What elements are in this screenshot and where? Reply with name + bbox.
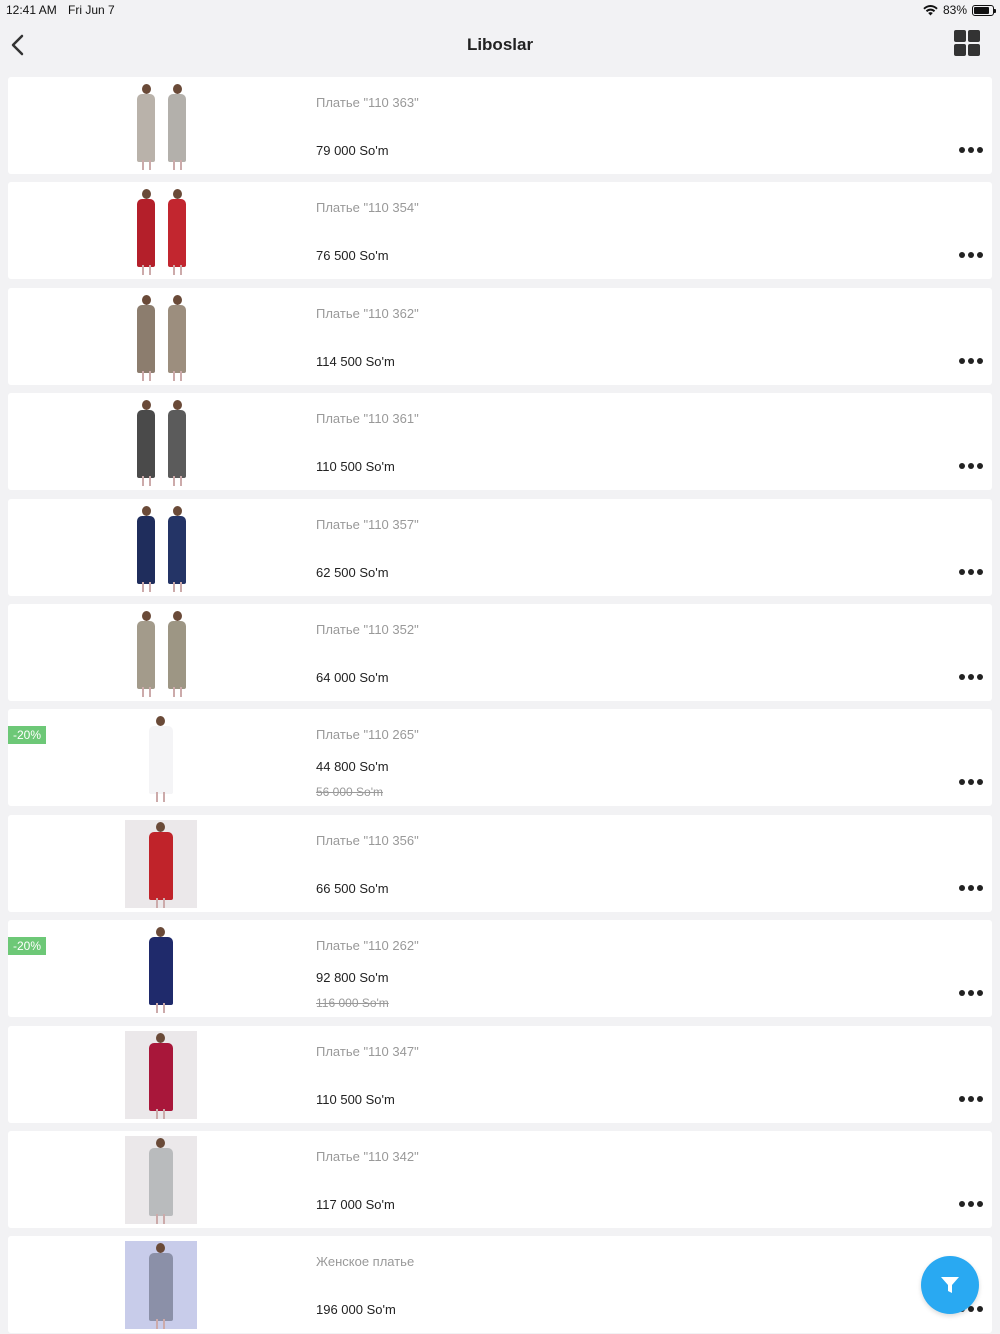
more-options-icon[interactable] xyxy=(959,884,983,891)
model-figure xyxy=(163,505,191,592)
product-price: 114 500 So'm xyxy=(316,353,395,369)
model-figure xyxy=(163,84,191,170)
product-image xyxy=(125,1241,197,1330)
product-price: 196 000 So'm xyxy=(316,1302,396,1318)
battery-icon xyxy=(972,4,996,16)
model-figure xyxy=(143,1137,179,1224)
product-image xyxy=(125,1135,197,1224)
model-figure xyxy=(163,189,191,276)
product-image xyxy=(125,925,197,1014)
product-name: Женское платье xyxy=(316,1254,415,1270)
product-row[interactable]: Платье "110 363" 79 000 So'm xyxy=(8,77,992,174)
product-name: Платье "110 262" xyxy=(316,938,419,954)
grid-view-button[interactable] xyxy=(954,30,980,56)
page-title: Liboslar xyxy=(466,35,534,54)
filter-icon xyxy=(941,1277,959,1293)
product-name: Платье "110 361" xyxy=(316,411,419,427)
product-row[interactable]: -20% Платье "110 265" 44 800 So'm 56 000 So… xyxy=(8,709,992,807)
product-name: Платье "110 352" xyxy=(316,621,419,637)
wifi-icon xyxy=(923,4,938,15)
model-figure xyxy=(132,189,160,276)
model-figure xyxy=(163,610,191,697)
model-figure xyxy=(132,84,160,170)
model-figure xyxy=(163,294,191,381)
nav-bar: Liboslar xyxy=(0,20,1000,70)
product-name: Платье "110 362" xyxy=(316,305,419,321)
filter-button[interactable] xyxy=(921,1256,979,1314)
product-row[interactable]: Платье "110 357" 62 500 So'm xyxy=(8,498,992,596)
product-image xyxy=(125,1030,197,1119)
status-right: 83% xyxy=(923,3,996,17)
product-name: Платье "110 354" xyxy=(316,200,419,216)
product-price: 44 800 So'm xyxy=(316,759,389,775)
product-name: Платье "110 363" xyxy=(316,95,419,110)
more-options-icon[interactable] xyxy=(959,252,983,259)
product-image xyxy=(125,187,197,276)
product-price: 110 500 So'm xyxy=(316,459,395,475)
more-options-icon[interactable] xyxy=(959,357,983,364)
product-row[interactable]: Платье "110 356" 66 500 So'm xyxy=(8,814,992,912)
model-figure xyxy=(132,505,160,592)
more-options-icon[interactable] xyxy=(959,147,983,153)
product-image xyxy=(125,609,197,697)
product-row[interactable]: Платье "110 354" 76 500 So'm xyxy=(8,182,992,280)
product-image xyxy=(125,819,197,908)
product-name: Платье "110 342" xyxy=(316,1148,419,1164)
model-figure xyxy=(143,1032,179,1119)
more-options-icon[interactable] xyxy=(959,673,983,680)
more-options-icon[interactable] xyxy=(959,779,983,786)
product-name: Платье "110 357" xyxy=(316,516,419,532)
product-price: 76 500 So'm xyxy=(316,248,389,264)
model-figure xyxy=(132,294,160,381)
product-price: 117 000 So'm xyxy=(316,1196,395,1212)
product-old-price: 56 000 So'm xyxy=(316,785,384,800)
product-name: Платье "110 347" xyxy=(316,1043,419,1059)
product-row[interactable]: Платье "110 347" 110 500 So'm xyxy=(8,1025,992,1123)
more-options-icon[interactable] xyxy=(959,463,983,470)
model-figure xyxy=(132,610,160,697)
status-date: Fri Jun 7 xyxy=(68,3,115,17)
product-row[interactable]: Платье "110 361" 110 500 So'm xyxy=(8,393,992,491)
product-price: 79 000 So'm xyxy=(316,143,389,158)
status-bar: 12:41 AM Fri Jun 7 83% xyxy=(0,0,1000,20)
more-options-icon[interactable] xyxy=(959,1200,983,1207)
more-options-icon[interactable] xyxy=(959,568,983,575)
product-name: Платье "110 356" xyxy=(316,832,419,848)
product-image xyxy=(125,398,197,487)
product-image xyxy=(125,293,197,381)
product-image xyxy=(125,714,197,803)
chevron-left-icon xyxy=(11,34,24,56)
model-figure xyxy=(143,716,179,803)
product-image xyxy=(125,82,197,170)
product-row[interactable]: Платье "110 362" 114 500 So'm xyxy=(8,287,992,385)
battery-percent: 83% xyxy=(942,3,967,17)
discount-badge: -20% xyxy=(8,937,47,956)
product-price: 92 800 So'm xyxy=(316,970,389,986)
model-figure xyxy=(143,1243,179,1330)
product-price: 64 000 So'm xyxy=(316,669,389,685)
more-options-icon[interactable] xyxy=(959,1095,983,1102)
model-figure xyxy=(143,821,179,908)
product-price: 62 500 So'm xyxy=(316,564,389,580)
discount-badge: -20% xyxy=(8,726,47,745)
status-time: 12:41 AM xyxy=(6,3,57,17)
product-image xyxy=(125,504,197,592)
more-options-icon[interactable] xyxy=(959,990,983,997)
product-old-price: 116 000 So'm xyxy=(316,996,389,1011)
product-price: 66 500 So'm xyxy=(316,880,389,896)
product-price: 110 500 So'm xyxy=(316,1091,395,1107)
grid-icon xyxy=(954,30,966,42)
product-list: Платье "110 363" 79 000 So'm Платье "110 3… xyxy=(8,77,992,1334)
product-row[interactable]: Платье "110 342" 117 000 So'm xyxy=(8,1130,992,1228)
product-row[interactable]: Женское платье 196 000 So'm xyxy=(8,1236,992,1334)
product-row[interactable]: -20% Платье "110 262" 92 800 So'm 116 000 S… xyxy=(8,920,992,1018)
model-figure xyxy=(132,400,160,487)
product-name: Платье "110 265" xyxy=(316,727,419,743)
model-figure xyxy=(163,400,191,487)
model-figure xyxy=(143,927,179,1014)
back-button[interactable] xyxy=(8,30,32,60)
product-row[interactable]: Платье "110 352" 64 000 So'm xyxy=(8,603,992,701)
